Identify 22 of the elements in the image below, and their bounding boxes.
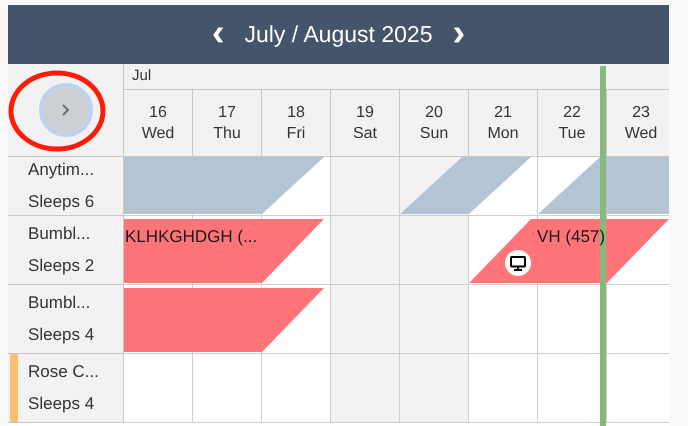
previous-button[interactable]: ‹ [212, 14, 225, 56]
unit-name: Bumbl... [28, 223, 92, 245]
day-header: 18 Fri [262, 90, 331, 157]
unit-capacity: Sleeps 6 [28, 191, 94, 213]
booking-label: KLHKGHDGH (... [125, 226, 258, 248]
unit-name: Bumbl... [28, 292, 92, 314]
unit-name: Anytim... [28, 159, 94, 181]
month-label: Jul [132, 66, 152, 86]
day-header: 17 Thu [193, 90, 262, 157]
day-header: 23 Wed [607, 90, 669, 157]
unit-name: Rose C... [28, 361, 99, 383]
day-header: 22 Tue [538, 90, 607, 157]
unit-capacity: Sleeps 2 [28, 255, 94, 277]
unit-capacity: Sleeps 4 [28, 324, 94, 346]
calendar-title: July / August 2025 [244, 20, 432, 50]
day-header: 21 Mon [469, 90, 538, 157]
day-header: 19 Sat [331, 90, 400, 157]
next-button[interactable]: › [452, 14, 466, 56]
booking-label: VH (457) [537, 226, 606, 248]
day-header: 16 Wed [124, 90, 193, 157]
unit-capacity: Sleeps 4 [28, 393, 96, 415]
day-header: 20 Sun [400, 90, 469, 157]
